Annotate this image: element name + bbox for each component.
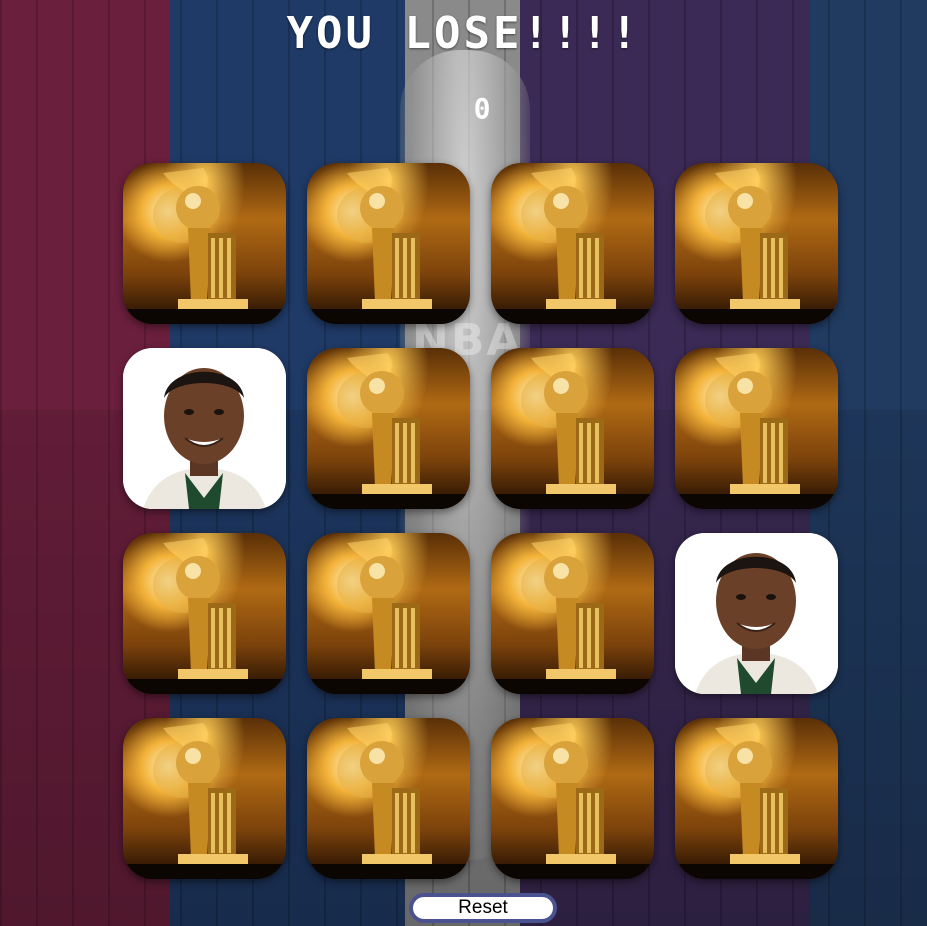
trophy-image — [491, 168, 654, 324]
memory-card-revealed[interactable] — [675, 533, 838, 694]
memory-card[interactable] — [123, 163, 286, 324]
memory-card[interactable] — [307, 163, 470, 324]
memory-card[interactable] — [491, 718, 654, 879]
memory-card[interactable] — [491, 348, 654, 509]
trophy-image — [675, 723, 838, 879]
memory-card[interactable] — [675, 718, 838, 879]
trophy-image — [307, 353, 470, 509]
trophy-image — [675, 353, 838, 509]
player-portrait-image — [123, 348, 286, 509]
memory-card-revealed[interactable] — [123, 348, 286, 509]
memory-card[interactable] — [307, 718, 470, 879]
trophy-image — [307, 168, 470, 324]
card-grid — [123, 163, 838, 879]
memory-card[interactable] — [307, 533, 470, 694]
trophy-image — [491, 538, 654, 694]
trophy-image — [491, 723, 654, 879]
trophy-image — [307, 723, 470, 879]
game-status-message: YOU LOSE!!!! — [286, 8, 641, 59]
trophy-image — [123, 168, 286, 324]
memory-card[interactable] — [307, 348, 470, 509]
memory-card[interactable] — [491, 533, 654, 694]
memory-card[interactable] — [675, 348, 838, 509]
memory-card[interactable] — [123, 718, 286, 879]
trophy-image — [675, 168, 838, 324]
trophy-image — [307, 538, 470, 694]
memory-card[interactable] — [491, 163, 654, 324]
memory-card[interactable] — [123, 533, 286, 694]
reset-button[interactable]: Reset — [409, 893, 557, 923]
score-counter: 0 — [473, 92, 491, 125]
trophy-image — [123, 723, 286, 879]
memory-card[interactable] — [675, 163, 838, 324]
trophy-image — [123, 538, 286, 694]
player-portrait-image — [675, 533, 838, 694]
trophy-image — [491, 353, 654, 509]
